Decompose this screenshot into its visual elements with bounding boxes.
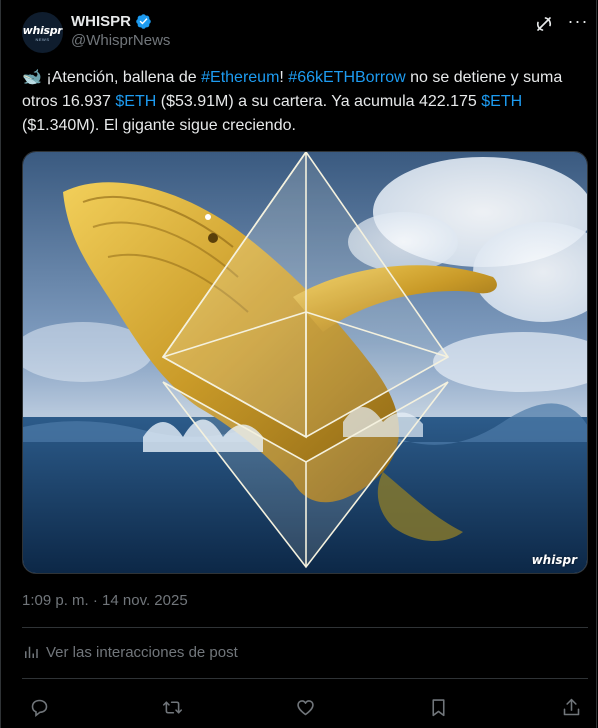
author-names: WHISPR @WhisprNews <box>71 13 170 49</box>
avatar[interactable]: whispr NEWS <box>22 12 63 53</box>
tweet-text: 🐋 ¡Atención, ballena de #Ethereum! #66kE… <box>22 66 578 138</box>
reply-icon <box>31 699 47 717</box>
tweet-link[interactable]: $ETH <box>115 93 156 110</box>
whale-ethereum-illustration <box>23 152 587 573</box>
post-header: whispr NEWS WHISPR @WhisprNews ··· <box>22 10 588 56</box>
avatar-logo-text: whispr <box>22 24 63 37</box>
share-button[interactable] <box>554 690 588 724</box>
tweet-link[interactable]: #Ethereum <box>201 69 279 86</box>
reply-button[interactable] <box>22 690 56 724</box>
repost-button[interactable] <box>155 690 189 724</box>
post-timestamp[interactable]: 1:09 p. m. · 14 nov. 2025 <box>22 592 188 609</box>
repost-icon <box>162 700 182 714</box>
share-icon <box>563 698 579 715</box>
tweet-link[interactable]: $ETH <box>481 93 522 110</box>
media-watermark: whispr <box>531 553 577 567</box>
display-name[interactable]: WHISPR <box>71 13 131 30</box>
view-interactions-label[interactable]: Ver las interacciones de post <box>46 644 238 661</box>
tweet-text-segment: ! <box>279 69 289 86</box>
display-name-row[interactable]: WHISPR <box>71 13 170 30</box>
divider <box>22 678 588 679</box>
view-interactions-link[interactable]: Ver las interacciones de post <box>22 643 238 661</box>
like-button[interactable] <box>288 690 322 724</box>
divider <box>22 627 588 628</box>
tweet-text-segment: ($1.340M). El gigante sigue creciendo. <box>22 117 296 134</box>
tweet-media-image[interactable]: whispr <box>22 151 588 574</box>
handle[interactable]: @WhisprNews <box>71 32 170 49</box>
tweet-text-segment: ($53.91M) a su cartera. Ya acumula 422.1… <box>156 93 482 110</box>
post-action-bar <box>22 690 588 724</box>
grok-icon[interactable] <box>534 14 554 34</box>
bookmark-button[interactable] <box>421 690 455 724</box>
analytics-icon <box>25 646 38 658</box>
tweet-text-segment: ¡Atención, ballena de <box>41 69 202 86</box>
like-icon <box>296 699 314 715</box>
more-icon[interactable]: ··· <box>568 11 588 31</box>
whale-emoji-icon: 🐋 <box>22 69 42 86</box>
verified-badge-icon[interactable] <box>135 13 152 30</box>
avatar-logo-subtext: NEWS <box>35 37 50 42</box>
bookmark-icon <box>431 698 445 716</box>
header-actions: ··· <box>534 11 588 34</box>
tweet-link[interactable]: #66kETHBorrow <box>288 69 405 86</box>
